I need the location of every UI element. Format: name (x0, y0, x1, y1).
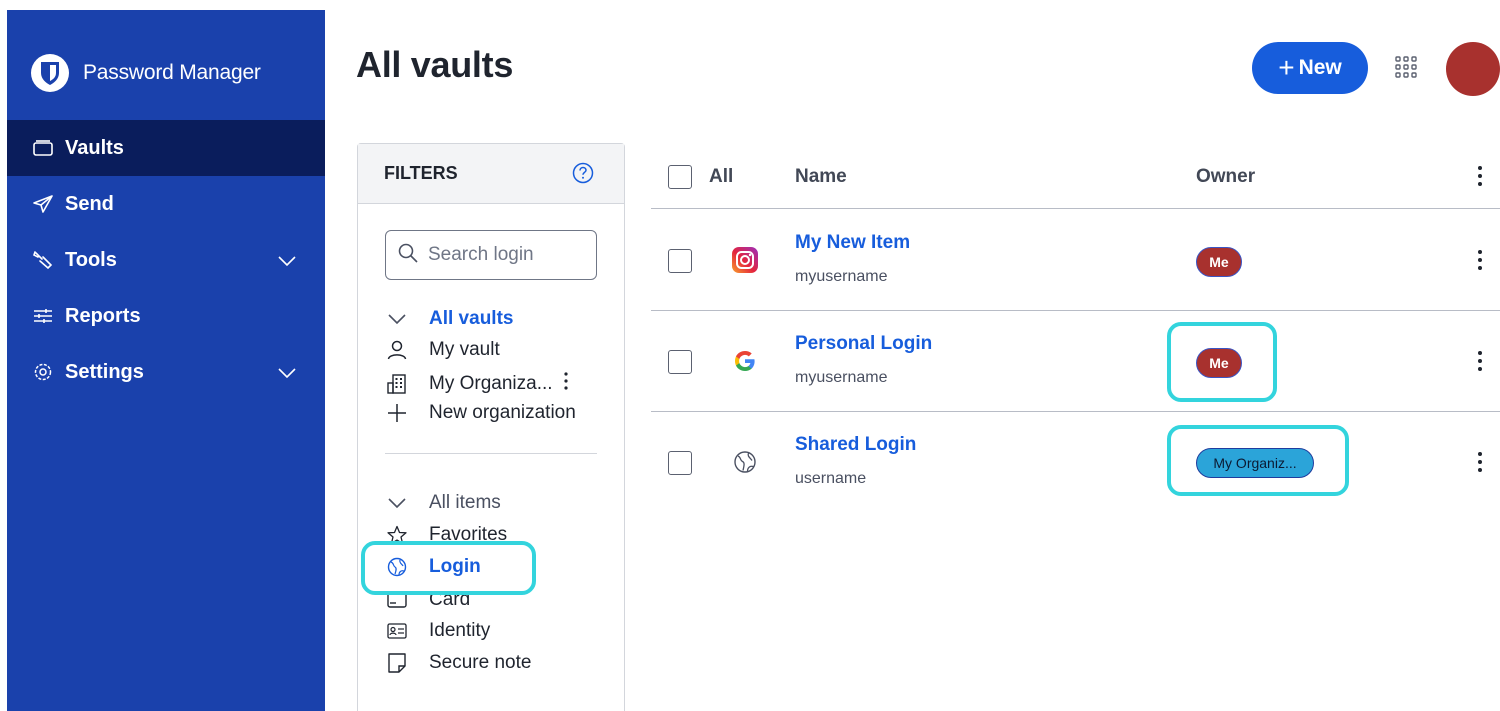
item-username: myusername (795, 268, 888, 285)
column-owner[interactable]: Owner (1196, 166, 1255, 188)
sidebar-item-label: Vaults (65, 136, 124, 159)
wrench-icon (33, 250, 57, 270)
filter-identity[interactable]: Identity (386, 620, 490, 642)
kebab-menu-icon[interactable] (1477, 451, 1483, 473)
highlight-owner-personal (1167, 322, 1277, 402)
new-button-label: New (1298, 56, 1342, 79)
sidebar-item-label: Send (65, 192, 114, 215)
filter-label: All vaults (429, 308, 514, 329)
sidebar-item-label: Settings (65, 360, 144, 383)
filters-panel: FILTERS All vaults My vault My Organiza.… (357, 143, 625, 711)
id-card-icon (386, 620, 408, 642)
select-all-checkbox[interactable] (668, 165, 692, 189)
plus-icon: + (1278, 52, 1295, 83)
sidebar-item-send[interactable]: Send (7, 176, 325, 232)
row-checkbox[interactable] (668, 451, 692, 475)
instagram-icon (731, 246, 759, 274)
highlight-owner-shared (1167, 425, 1349, 496)
chevron-down-icon[interactable] (277, 250, 297, 273)
sidebar-item-reports[interactable]: Reports (7, 288, 325, 344)
filters-header: FILTERS (358, 144, 624, 204)
table-row[interactable]: Personal Login myusername Me (651, 311, 1500, 412)
app-switcher-icon[interactable] (1395, 56, 1417, 78)
avatar[interactable] (1446, 42, 1500, 96)
sidebar-item-label: Tools (65, 248, 117, 271)
highlight-login-filter (361, 541, 536, 595)
search-field[interactable] (385, 230, 597, 280)
help-icon[interactable] (572, 162, 594, 189)
owner-badge: Me (1196, 247, 1242, 277)
filter-label: My vault (429, 339, 500, 360)
vault-icon (33, 138, 57, 158)
chevron-down-icon[interactable] (277, 362, 297, 385)
gear-icon (33, 362, 57, 382)
sidebar: Password Manager Vaults Send Tools Repor… (7, 10, 325, 711)
item-name-link[interactable]: Personal Login (795, 333, 932, 355)
filter-label: My Organiza... (429, 373, 553, 394)
filter-label: Identity (429, 620, 491, 641)
sidebar-item-settings[interactable]: Settings (7, 344, 325, 400)
kebab-menu-icon[interactable] (1477, 350, 1483, 372)
search-icon (398, 243, 418, 268)
sidebar-item-tools[interactable]: Tools (7, 232, 325, 288)
filter-my-vault[interactable]: My vault (386, 339, 500, 361)
row-checkbox[interactable] (668, 249, 692, 273)
new-button[interactable]: + New (1252, 42, 1368, 94)
filter-label: Secure note (429, 652, 532, 673)
filter-label: All items (429, 492, 501, 513)
sidebar-item-vaults[interactable]: Vaults (7, 120, 325, 176)
globe-icon (731, 448, 759, 476)
table-row[interactable]: Shared Login username My Organiz... (651, 412, 1500, 513)
sliders-icon (33, 306, 57, 326)
chevron-down-icon[interactable] (386, 308, 408, 330)
item-username: myusername (795, 369, 888, 386)
shield-logo-icon (31, 54, 69, 92)
plus-icon (386, 402, 408, 424)
chevron-down-icon[interactable] (386, 492, 408, 514)
column-all: All (709, 166, 734, 187)
building-icon (386, 373, 408, 395)
kebab-menu-icon[interactable] (563, 371, 569, 397)
filter-all-items[interactable]: All items (386, 492, 501, 514)
filter-label: New organization (429, 402, 576, 423)
filter-all-vaults[interactable]: All vaults (386, 308, 513, 330)
item-name-link[interactable]: Shared Login (795, 434, 916, 456)
brand[interactable]: Password Manager (31, 54, 261, 92)
filter-secure-note[interactable]: Secure note (386, 652, 531, 674)
note-icon (386, 652, 408, 674)
user-icon (386, 339, 408, 361)
sidebar-item-label: Reports (65, 304, 141, 327)
brand-label: Password Manager (83, 61, 261, 84)
google-icon (731, 347, 759, 375)
table-header: All Name Owner (651, 143, 1500, 209)
item-name-link[interactable]: My New Item (795, 232, 910, 254)
send-icon (33, 194, 57, 214)
kebab-menu-icon[interactable] (1477, 249, 1483, 271)
row-checkbox[interactable] (668, 350, 692, 374)
search-input[interactable] (428, 244, 578, 266)
filter-new-organization[interactable]: New organization (386, 402, 576, 424)
filter-my-organization[interactable]: My Organiza... (386, 371, 569, 397)
column-name[interactable]: Name (795, 166, 847, 188)
table-row[interactable]: My New Item myusername Me (651, 210, 1500, 311)
filters-title: FILTERS (384, 163, 458, 183)
page-title: All vaults (356, 44, 514, 85)
kebab-menu-icon[interactable] (1477, 165, 1483, 187)
divider (385, 453, 597, 454)
item-username: username (795, 470, 867, 487)
